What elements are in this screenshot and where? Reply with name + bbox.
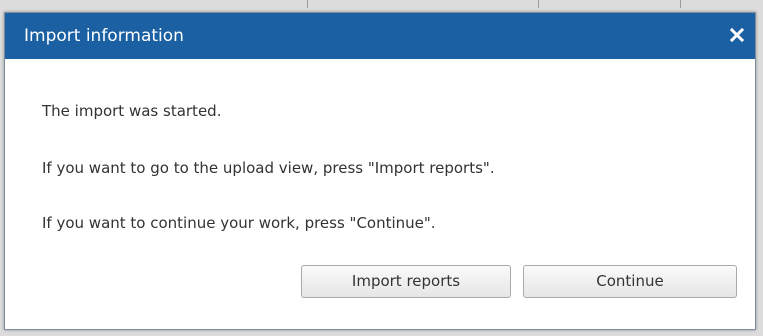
continue-instruction: If you want to continue your work, press…	[42, 214, 436, 232]
dialog-titlebar: Import information	[5, 13, 755, 59]
import-started-message: The import was started.	[42, 102, 222, 120]
continue-button[interactable]: Continue	[523, 265, 737, 298]
import-information-dialog: Import information The import was starte…	[4, 12, 756, 330]
backdrop-divider	[538, 0, 539, 8]
dialog-title: Import information	[24, 26, 184, 46]
backdrop-divider	[680, 0, 681, 8]
upload-view-instruction: If you want to go to the upload view, pr…	[42, 159, 495, 177]
import-reports-button[interactable]: Import reports	[301, 265, 511, 298]
close-icon[interactable]	[729, 27, 745, 43]
backdrop-divider	[307, 0, 308, 8]
